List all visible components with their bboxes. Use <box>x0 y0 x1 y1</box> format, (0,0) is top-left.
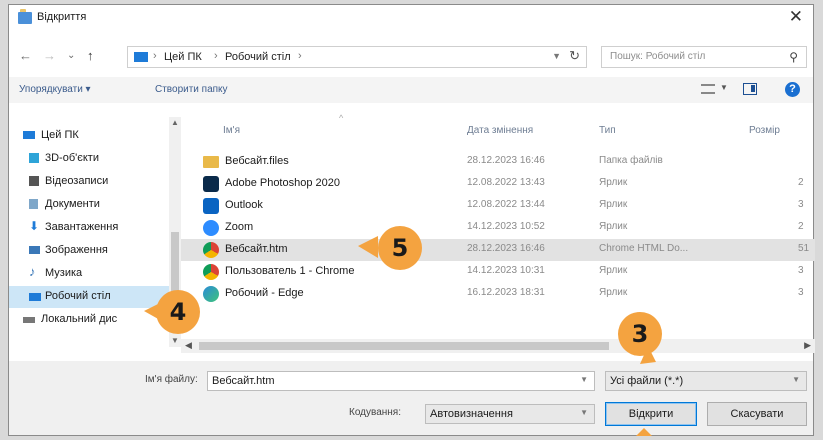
callout-badge-4: 4 <box>156 290 200 334</box>
callout-badge-3: 3 <box>618 312 662 356</box>
callout-pointers <box>144 236 656 436</box>
callout-open-pointer <box>636 428 652 436</box>
callout-5-pointer <box>358 236 378 258</box>
callout-badge-5: 5 <box>378 226 422 270</box>
